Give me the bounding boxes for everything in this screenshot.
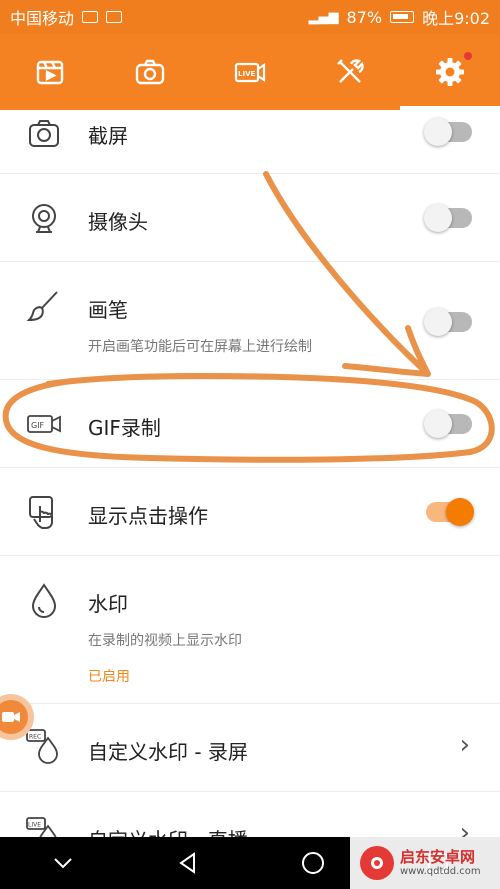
chevron-right-icon: › <box>459 730 470 760</box>
rec-drop-icon: REC <box>26 729 58 764</box>
video-clip-icon <box>36 60 64 85</box>
notification-dot <box>464 52 472 60</box>
setting-title: 画笔 <box>88 298 128 322</box>
camera-icon <box>135 59 165 85</box>
tab-settings[interactable] <box>400 34 500 110</box>
site-url: www.qdtdd.com <box>400 865 481 877</box>
image-status-icon <box>106 11 123 23</box>
touch-toggle[interactable] <box>426 498 474 526</box>
battery-icon <box>390 11 415 23</box>
svg-text:REC: REC <box>29 734 41 741</box>
camera-icon <box>29 120 59 147</box>
touch-icon <box>29 496 53 529</box>
setting-title: 自定义水印 - 录屏 <box>88 740 248 764</box>
clock: 晚上9:02 <box>422 9 490 28</box>
tools-icon <box>337 59 364 83</box>
site-watermark: 启东安卓网 www.qdtdd.com <box>350 837 500 889</box>
gif-toggle[interactable] <box>424 410 472 438</box>
status-label: 已启用 <box>88 669 130 685</box>
brush-icon <box>26 291 58 322</box>
setting-subtitle: 在录制的视频上显示水印 <box>88 633 242 649</box>
water-drop-icon <box>31 583 57 618</box>
site-logo-icon <box>360 846 394 880</box>
webcam-toggle[interactable] <box>424 204 472 232</box>
brush-toggle[interactable] <box>424 308 472 336</box>
back-icon[interactable] <box>174 849 202 877</box>
signal-icon: ▂▄▆ <box>308 9 339 25</box>
live-camera-icon: LIVE <box>234 62 266 83</box>
gif-camera-icon: GIF <box>27 415 61 433</box>
setting-watermark[interactable]: 水印 在录制的视频上显示水印 已启用 <box>0 556 500 704</box>
setting-title: 摄像头 <box>88 210 148 234</box>
video-status-icon <box>82 11 99 23</box>
settings-list: 截屏 摄像头 画笔 开启画笔功能后可在屏幕上进行绘制 GIF GIF录制 显示点… <box>0 110 500 852</box>
setting-title: GIF录制 <box>88 416 161 440</box>
svg-text:GIF: GIF <box>31 421 45 430</box>
setting-screenshot[interactable]: 截屏 <box>0 110 500 174</box>
battery-percent: 87% <box>346 7 383 27</box>
status-bar: 中国移动 ▂▄▆ 87% 晚上9:02 <box>0 0 500 34</box>
setting-custom-watermark-rec[interactable]: REC 自定义水印 - 录屏 › <box>0 704 500 792</box>
webcam-icon <box>32 204 56 233</box>
svg-text:LIVE: LIVE <box>238 70 255 78</box>
carrier-label: 中国移动 <box>10 9 75 28</box>
site-name: 启东安卓网 <box>400 848 476 867</box>
screenshot-toggle[interactable] <box>424 118 472 146</box>
setting-touch[interactable]: 显示点击操作 <box>0 468 500 556</box>
gear-icon <box>436 58 464 86</box>
video-camera-icon <box>2 712 20 722</box>
setting-brush[interactable]: 画笔 开启画笔功能后可在屏幕上进行绘制 <box>0 262 500 380</box>
setting-title: 水印 <box>88 592 128 616</box>
setting-title: 显示点击操作 <box>88 504 208 528</box>
tab-tools[interactable] <box>300 34 400 110</box>
setting-subtitle: 开启画笔功能后可在屏幕上进行绘制 <box>88 339 312 355</box>
setting-title: 截屏 <box>88 124 128 148</box>
svg-text:LIVE: LIVE <box>28 822 41 829</box>
tab-video[interactable] <box>0 34 100 110</box>
setting-webcam[interactable]: 摄像头 <box>0 174 500 262</box>
tab-live[interactable]: LIVE <box>200 34 300 110</box>
setting-gif[interactable]: GIF GIF录制 <box>0 380 500 468</box>
chevron-down-icon[interactable] <box>49 849 77 877</box>
home-icon[interactable] <box>299 849 327 877</box>
top-toolbar: LIVE <box>0 34 500 110</box>
tab-camera[interactable] <box>100 34 200 110</box>
